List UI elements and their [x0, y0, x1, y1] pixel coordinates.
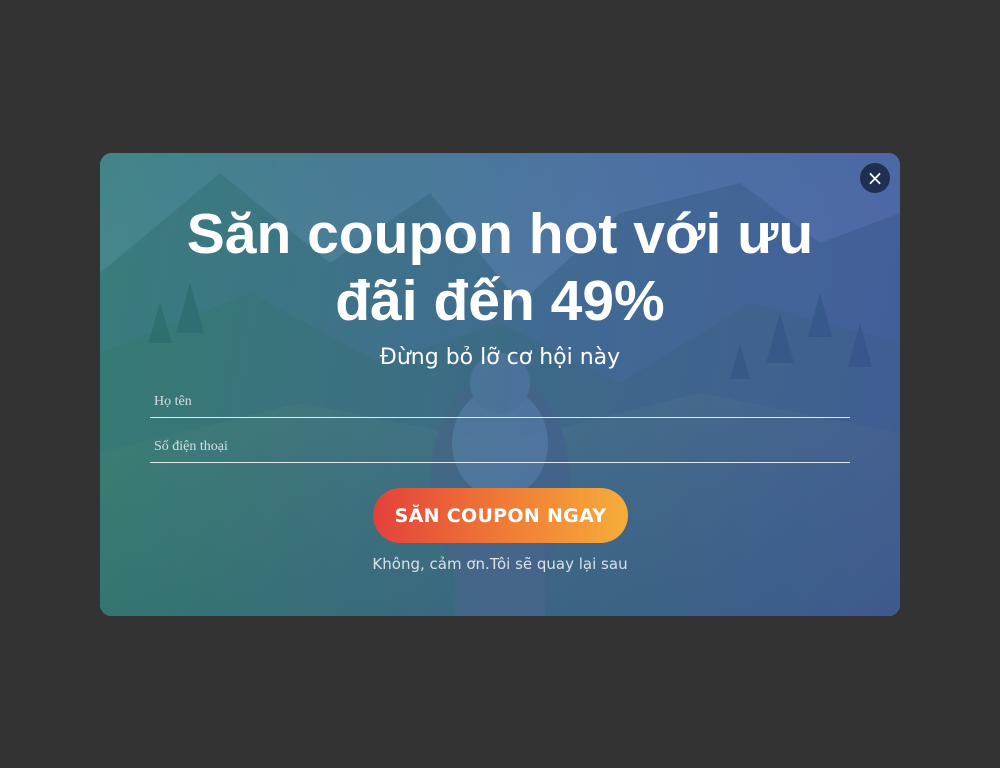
page-backdrop: × Săn coupon hot với ưu đãi đến 49% Đừng…	[0, 0, 1000, 768]
close-icon: ×	[866, 166, 884, 190]
popup-headline: Săn coupon hot với ưu đãi đến 49%	[186, 202, 814, 333]
popup-content: × Săn coupon hot với ưu đãi đến 49% Đừng…	[100, 153, 900, 616]
phone-input[interactable]	[150, 431, 850, 463]
name-input[interactable]	[150, 386, 850, 418]
coupon-popup: × Săn coupon hot với ưu đãi đến 49% Đừng…	[100, 153, 900, 616]
close-button[interactable]: ×	[860, 163, 890, 193]
get-coupon-button[interactable]: SĂN COUPON NGAY	[373, 488, 628, 543]
dismiss-link[interactable]: Không, cảm ơn.Tôi sẽ quay lại sau	[140, 555, 860, 573]
popup-subheadline: Đừng bỏ lỡ cơ hội này	[379, 345, 621, 370]
